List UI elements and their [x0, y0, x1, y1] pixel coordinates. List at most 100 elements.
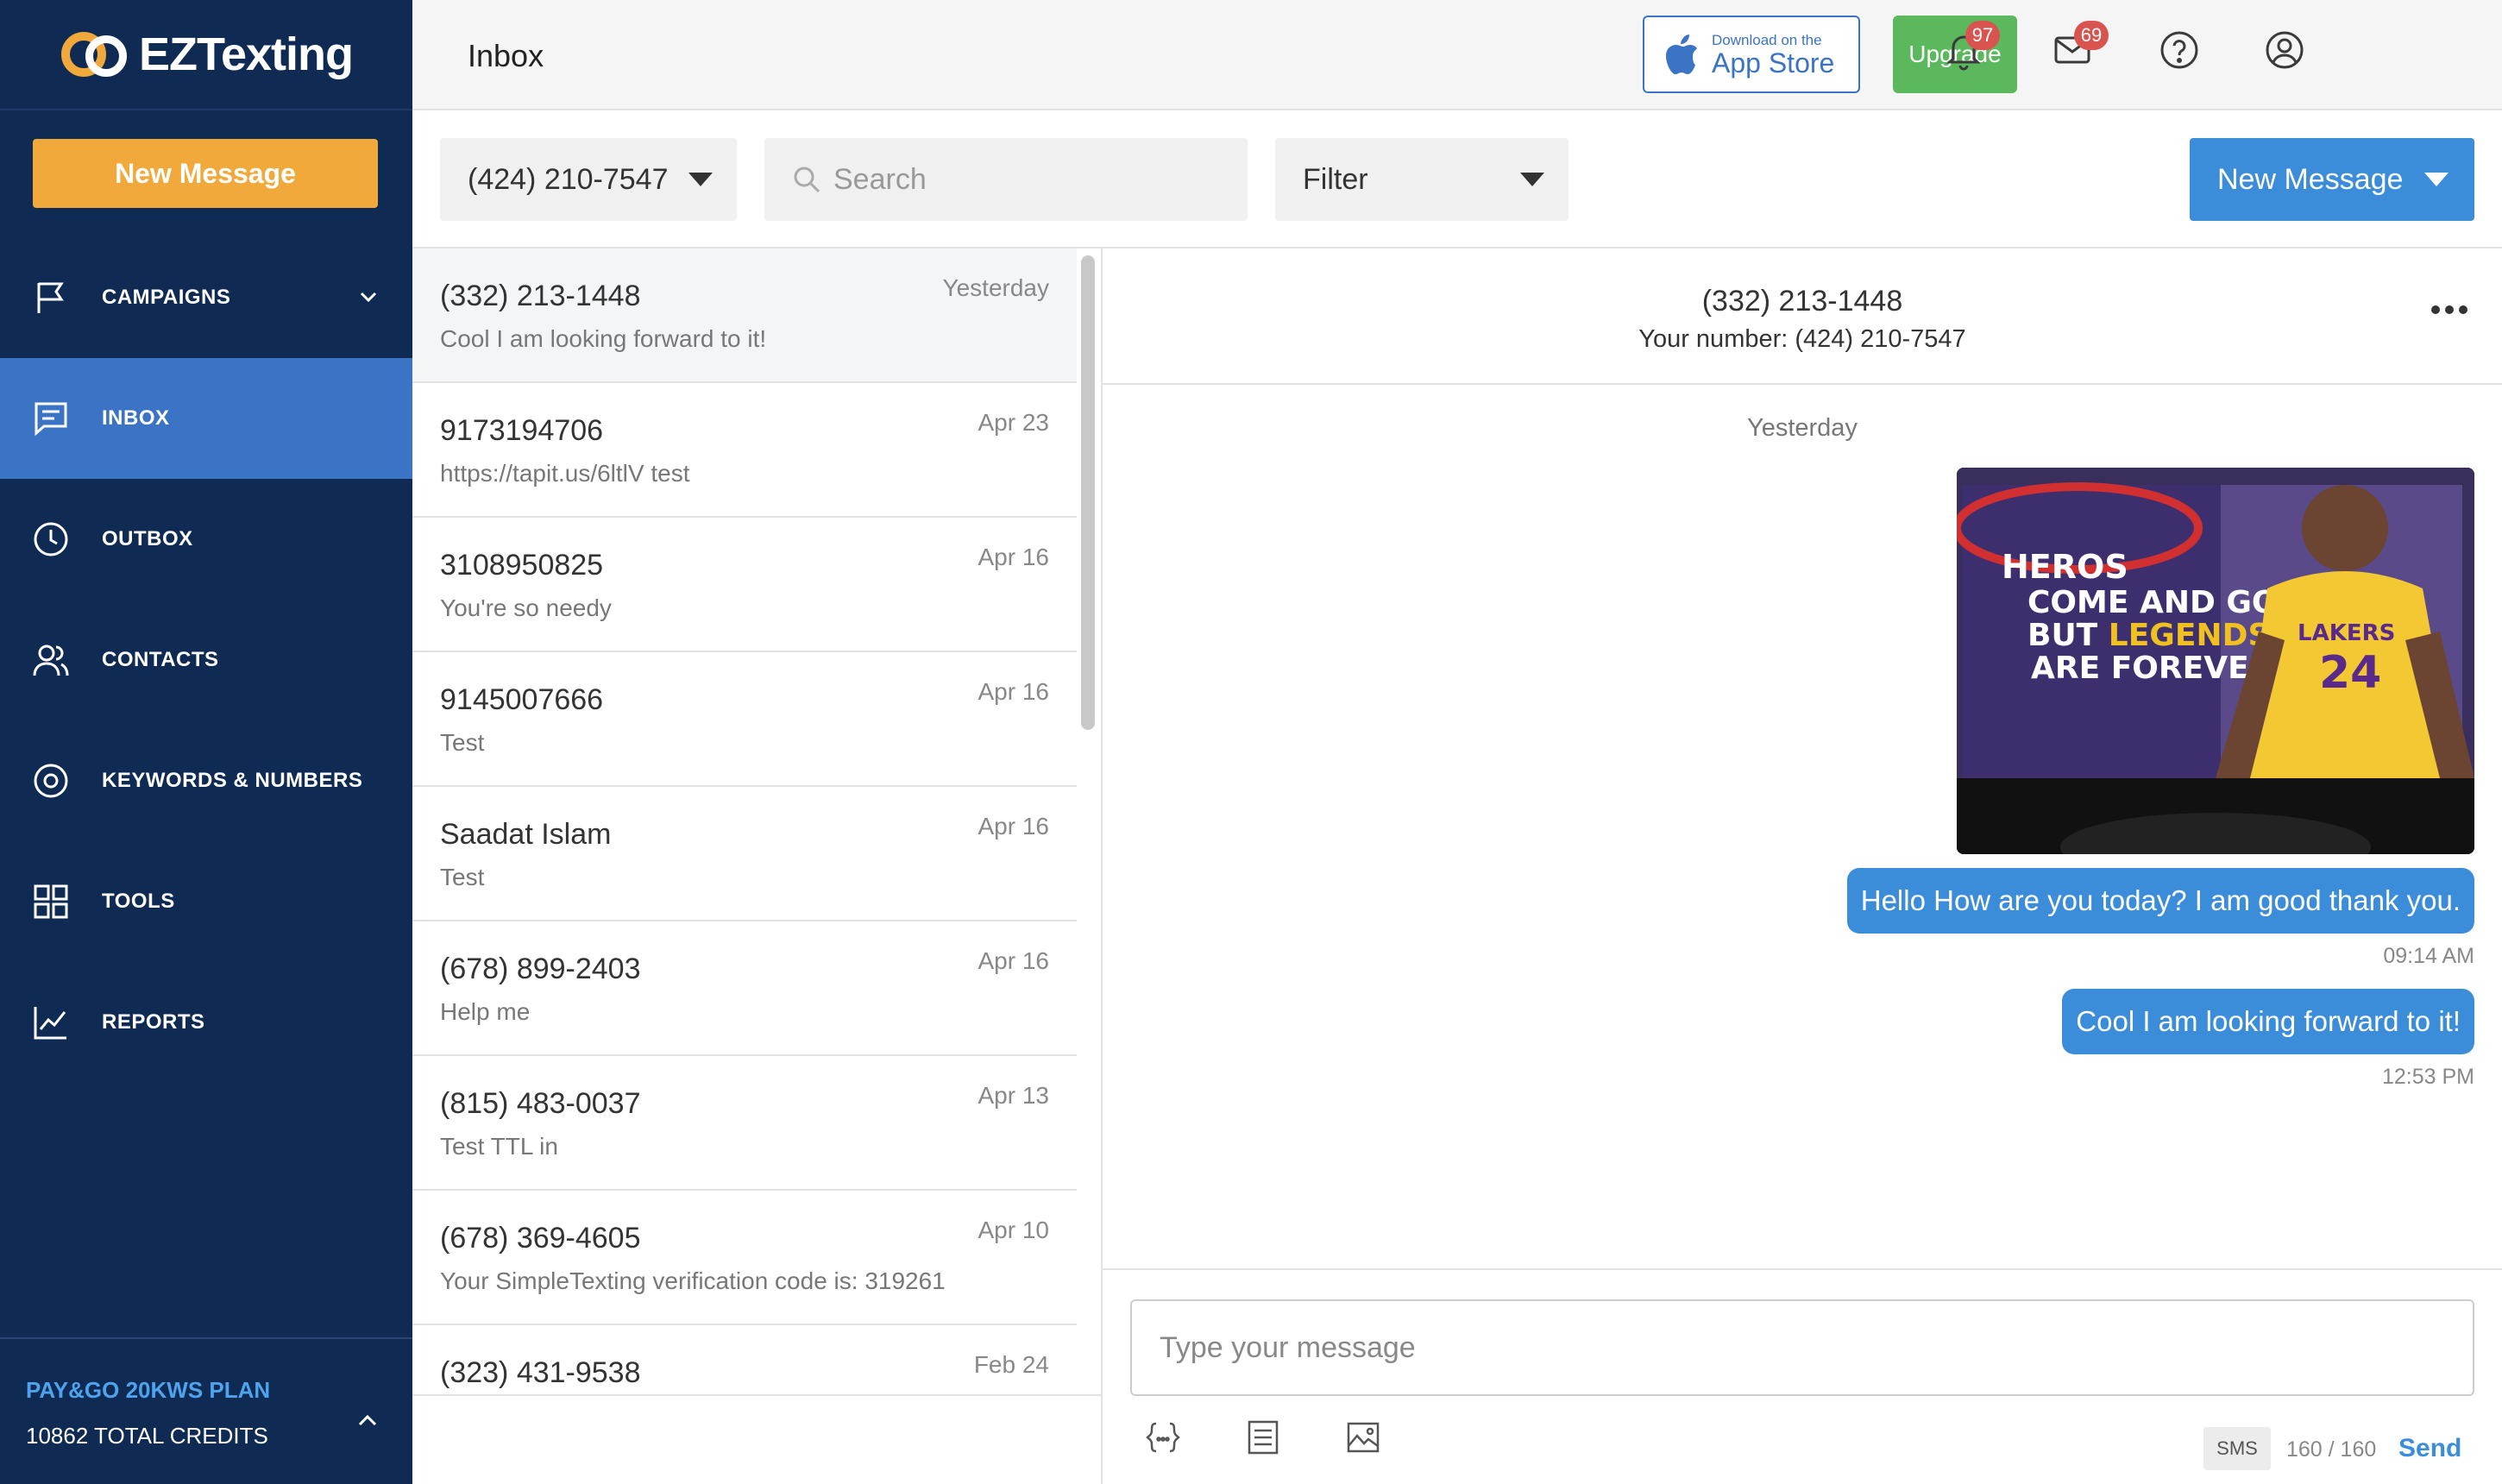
message-time: 09:14 AM: [2383, 944, 2474, 968]
sidebar-item-campaigns[interactable]: CAMPAIGNS: [0, 237, 412, 358]
search-box[interactable]: [764, 138, 1248, 221]
conversation-item[interactable]: (678) 369-4605 Apr 10 Your SimpleTexting…: [412, 1191, 1077, 1325]
more-options-icon[interactable]: [2431, 305, 2467, 314]
conversation-date: Apr 16: [978, 813, 1050, 839]
clock-icon: [31, 519, 71, 559]
logo-icon: [60, 28, 132, 80]
grid-icon: [31, 882, 71, 921]
message-time: 12:53 PM: [2381, 1065, 2474, 1089]
filter-bar: (424) 210-7547 Filter New Message: [412, 110, 2502, 248]
filter-select[interactable]: Filter: [1275, 138, 1568, 221]
apple-icon: [1666, 35, 1697, 74]
conversation-item[interactable]: 9173194706 Apr 23 https://tapit.us/6ltlV…: [412, 383, 1077, 518]
search-input[interactable]: [833, 162, 1230, 197]
sms-badge: SMS: [2203, 1427, 2271, 1470]
chart-icon: [31, 1003, 71, 1042]
logo-text: EZTexting: [138, 28, 354, 80]
help-icon: [2160, 31, 2198, 69]
conversation-date: Apr 13: [978, 1082, 1050, 1109]
sidebar-item-reports[interactable]: REPORTS: [0, 962, 412, 1083]
chat-header: (332) 213-1448 Your number: (424) 210-75…: [1103, 248, 2502, 385]
image-text-line3: BUT LEGENDS: [2027, 618, 2270, 653]
conversation-item[interactable]: (678) 899-2403 Apr 16 Help me: [412, 921, 1077, 1056]
conversation-date: Apr 10: [978, 1217, 1050, 1243]
sidebar-item-tools[interactable]: TOOLS: [0, 841, 412, 962]
filter-select-value: Filter: [1303, 162, 1368, 196]
conversation-snippet: Test: [440, 864, 485, 890]
messages-button[interactable]: 69: [2052, 21, 2109, 78]
conversation-list-footer: [412, 1394, 1103, 1484]
conversation-item[interactable]: 3108950825 Apr 16 You're so needy: [412, 518, 1077, 652]
sidebar-item-outbox[interactable]: OUTBOX: [0, 479, 412, 600]
logo[interactable]: EZTexting: [0, 0, 412, 110]
caret-down-icon: [1520, 173, 1544, 186]
image-jersey-text: LAKERS: [2298, 620, 2395, 646]
send-button[interactable]: Send: [2398, 1434, 2461, 1463]
sidebar-item-keywords-numbers[interactable]: KEYWORDS & NUMBERS: [0, 720, 412, 841]
search-icon: [794, 167, 820, 193]
plan-credits: 10862 TOTAL CREDITS: [26, 1423, 268, 1449]
conversation-snippet: https://tapit.us/6ltlV test: [440, 460, 690, 487]
sidebar-item-label: KEYWORDS & NUMBERS: [102, 769, 363, 792]
number-select-value: (424) 210-7547: [468, 162, 669, 196]
sidebar-item-label: INBOX: [102, 406, 170, 430]
conversation-snippet: You're so needy: [440, 594, 612, 621]
conversation-item[interactable]: (323) 431-9538 Feb 24: [412, 1325, 1077, 1394]
message-bubble[interactable]: Hello How are you today? I am good thank…: [1846, 868, 2474, 934]
merge-field-icon[interactable]: [1144, 1418, 1185, 1460]
chat-icon: [31, 399, 71, 438]
message-input[interactable]: [1130, 1299, 2474, 1396]
conversation-date: Apr 23: [978, 409, 1050, 436]
conversation-item[interactable]: 9145007666 Apr 16 Test: [412, 652, 1077, 787]
notifications-button[interactable]: 97: [1943, 21, 2000, 78]
page-title: Inbox: [468, 38, 544, 73]
image-message[interactable]: HEROS COME AND GO, BUT LEGENDS ARE FOREV…: [1957, 468, 2474, 854]
conversation-snippet: Your SimpleTexting verification code is:…: [440, 1267, 946, 1294]
sidebar-item-contacts[interactable]: CONTACTS: [0, 600, 412, 720]
conversation-snippet: Cool I am looking forward to it!: [440, 325, 767, 352]
notifications-badge: 97: [1965, 21, 2000, 50]
conversation-date: Yesterday: [942, 274, 1050, 301]
chat-contact: (332) 213-1448: [1701, 285, 1903, 318]
chat-your-number: Your number: (424) 210-7547: [1638, 325, 1966, 353]
chevron-up-icon[interactable]: [357, 1412, 378, 1429]
image-upload-icon[interactable]: [1344, 1418, 1386, 1460]
conversation-date: Apr 16: [978, 678, 1050, 705]
scrollbar-thumb[interactable]: [1081, 255, 1095, 730]
conversation-name: 9173194706: [440, 414, 604, 447]
sidebar-item-inbox[interactable]: INBOX: [0, 358, 412, 479]
messages-badge: 69: [2074, 21, 2109, 50]
plan-panel[interactable]: PAY&GO 20KWS PLAN 10862 TOTAL CREDITS: [0, 1337, 412, 1484]
message-bubble[interactable]: Cool I am looking forward to it!: [2062, 989, 2474, 1054]
help-button[interactable]: [2159, 29, 2207, 78]
new-message-dropdown-button[interactable]: New Message: [2190, 138, 2474, 221]
conversation-date: Feb 24: [973, 1351, 1049, 1378]
sidebar-item-label: REPORTS: [102, 1010, 205, 1034]
template-icon[interactable]: [1244, 1418, 1286, 1460]
app-store-button[interactable]: Download on the App Store: [1643, 16, 1860, 93]
conversation-item[interactable]: (332) 213-1448 Yesterday Cool I am looki…: [412, 248, 1077, 383]
target-icon: [31, 761, 71, 801]
day-separator: Yesterday: [1747, 414, 1858, 442]
sidebar-item-label: TOOLS: [102, 890, 175, 913]
plan-name: PAY&GO 20KWS PLAN: [26, 1377, 271, 1403]
sidebar-new-message-button[interactable]: New Message: [33, 139, 378, 208]
app-store-label: App Store: [1712, 47, 1835, 79]
chat-panel: (332) 213-1448 Your number: (424) 210-75…: [1103, 248, 2502, 1484]
sidebar-nav: CAMPAIGNS INBOX OUTBOX CONTACTS KEYWORDS…: [0, 237, 412, 1083]
new-message-label: New Message: [2217, 162, 2404, 196]
number-select[interactable]: (424) 210-7547: [440, 138, 737, 221]
conversation-item[interactable]: Saadat Islam Apr 16 Test: [412, 787, 1077, 921]
image-text-line1: HEROS: [2002, 548, 2128, 586]
account-button[interactable]: [2264, 29, 2312, 78]
message-composer: SMS 160 / 160 Send: [1103, 1268, 2502, 1484]
image-text-line2: COME AND GO,: [2027, 585, 2289, 620]
conversation-list[interactable]: (332) 213-1448 Yesterday Cool I am looki…: [412, 248, 1103, 1394]
caret-down-icon: [2424, 173, 2449, 186]
image-jersey-number: 24: [2319, 647, 2381, 699]
sidebar-item-label: OUTBOX: [102, 527, 193, 550]
sidebar-item-label: CAMPAIGNS: [102, 286, 231, 309]
conversation-snippet: Test TTL in: [440, 1133, 558, 1160]
conversation-item[interactable]: (815) 483-0037 Apr 13 Test TTL in: [412, 1056, 1077, 1191]
flag-icon: [31, 278, 71, 318]
